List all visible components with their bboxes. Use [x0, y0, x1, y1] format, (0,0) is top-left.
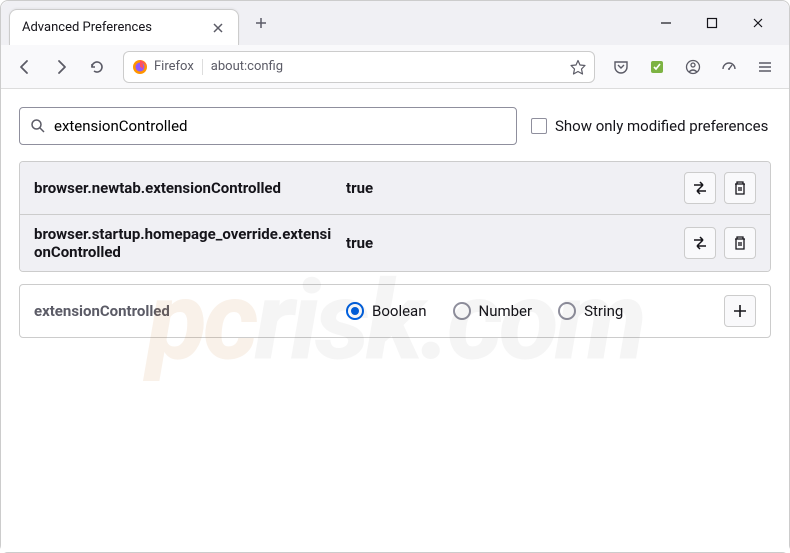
- pref-name: browser.newtab.extensionControlled: [34, 179, 334, 197]
- add-pref-row: extensionControlled Boolean Number Strin…: [20, 285, 770, 337]
- pref-row: browser.newtab.extensionControlled true: [20, 162, 770, 215]
- search-row: Show only modified preferences: [19, 107, 771, 145]
- pref-name: browser.startup.homepage_override.extens…: [34, 225, 334, 261]
- reload-button[interactable]: [81, 51, 113, 83]
- search-icon: [30, 118, 46, 134]
- url-bar[interactable]: Firefox about:config: [123, 51, 595, 83]
- toggle-button[interactable]: [684, 227, 716, 259]
- radio-icon: [346, 302, 364, 320]
- tabs-area: Advanced Preferences: [1, 1, 643, 45]
- url-text: about:config: [211, 59, 562, 74]
- page-content: Show only modified preferences browser.n…: [1, 89, 789, 552]
- modified-only-label: Show only modified preferences: [555, 117, 768, 135]
- back-button[interactable]: [9, 51, 41, 83]
- radio-label: Boolean: [372, 302, 427, 320]
- radio-number[interactable]: Number: [453, 302, 533, 320]
- bookmark-star-icon[interactable]: [570, 59, 586, 75]
- checkbox-icon: [531, 118, 547, 134]
- extension-icon[interactable]: [641, 51, 673, 83]
- pref-row: browser.startup.homepage_override.extens…: [20, 215, 770, 271]
- close-window-button[interactable]: [735, 1, 781, 45]
- radio-icon: [453, 302, 471, 320]
- account-button[interactable]: [677, 51, 709, 83]
- radio-label: String: [584, 302, 623, 320]
- radio-string[interactable]: String: [558, 302, 623, 320]
- add-button[interactable]: [724, 295, 756, 327]
- tab-title: Advanced Preferences: [22, 20, 152, 35]
- search-input[interactable]: [54, 117, 506, 135]
- delete-button[interactable]: [724, 227, 756, 259]
- window-controls: [643, 1, 789, 45]
- pref-actions: [684, 172, 756, 204]
- close-icon[interactable]: [210, 20, 226, 36]
- titlebar: Advanced Preferences: [1, 1, 789, 45]
- new-tab-button[interactable]: [247, 9, 275, 37]
- delete-button[interactable]: [724, 172, 756, 204]
- identity-label: Firefox: [154, 59, 194, 74]
- radio-icon: [558, 302, 576, 320]
- pref-value: true: [346, 234, 672, 252]
- navigation-toolbar: Firefox about:config: [1, 45, 789, 89]
- menu-button[interactable]: [749, 51, 781, 83]
- firefox-logo-icon: [132, 59, 148, 75]
- add-pref-name: extensionControlled: [34, 302, 334, 320]
- toggle-button[interactable]: [684, 172, 716, 204]
- minimize-button[interactable]: [643, 1, 689, 45]
- type-options: Boolean Number String: [346, 302, 712, 320]
- add-pref-section: extensionControlled Boolean Number Strin…: [19, 284, 771, 338]
- browser-window: Advanced Preferences: [0, 0, 790, 553]
- pref-actions: [684, 227, 756, 259]
- preferences-table: browser.newtab.extensionControlled true …: [19, 161, 771, 272]
- radio-boolean[interactable]: Boolean: [346, 302, 427, 320]
- search-box[interactable]: [19, 107, 517, 145]
- forward-button[interactable]: [45, 51, 77, 83]
- modified-only-checkbox[interactable]: Show only modified preferences: [531, 117, 768, 135]
- maximize-button[interactable]: [689, 1, 735, 45]
- pocket-button[interactable]: [605, 51, 637, 83]
- dashboard-button[interactable]: [713, 51, 745, 83]
- identity-box[interactable]: Firefox: [132, 59, 203, 75]
- radio-label: Number: [479, 302, 533, 320]
- browser-tab[interactable]: Advanced Preferences: [9, 9, 239, 45]
- pref-value: true: [346, 179, 672, 197]
